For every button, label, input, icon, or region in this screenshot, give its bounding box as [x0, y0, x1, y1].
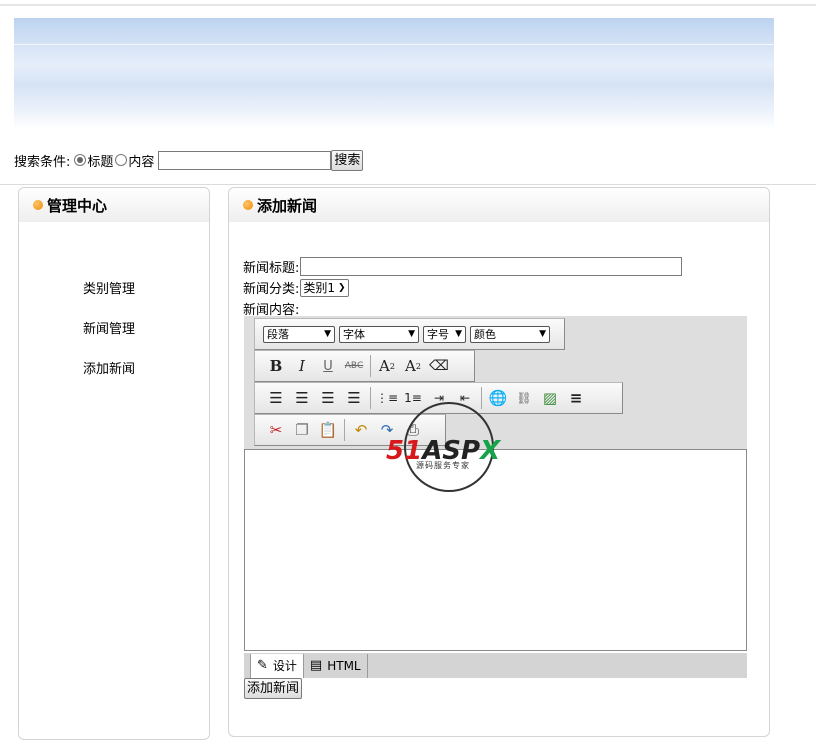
search-input[interactable]: [158, 150, 332, 170]
subscript-icon[interactable]: A2: [400, 354, 426, 378]
horizontal-rule-icon[interactable]: ≡: [563, 386, 589, 410]
font-size-select[interactable]: 字号 ▼: [423, 325, 466, 343]
underline-icon[interactable]: U: [315, 354, 341, 378]
top-border: [0, 4, 816, 6]
add-news-button[interactable]: 添加新闻: [244, 678, 303, 699]
align-justify-icon[interactable]: ☰: [341, 386, 367, 410]
title-input[interactable]: [300, 257, 683, 276]
search-button[interactable]: 搜索: [331, 149, 364, 171]
chevron-down-icon: ❯: [338, 282, 346, 293]
search-label: 搜索条件:: [14, 154, 71, 170]
radio-title[interactable]: [74, 154, 87, 166]
sidebar-header: 管理中心: [19, 188, 209, 222]
design-icon: ✎: [257, 658, 268, 673]
align-center-icon[interactable]: ☰: [315, 386, 341, 410]
superscript-icon[interactable]: A2: [374, 354, 400, 378]
sidebar-item-category[interactable]: 类别管理: [83, 278, 135, 318]
rich-text-editor: 段落 ▼ 字体 ▼ 字号 ▼ 颜色 ▼ B I U ABC A2 A2 ⌫ ☰ ☰ ☰ …: [244, 316, 747, 678]
tab-design[interactable]: ✎ 设计: [250, 653, 304, 678]
italic-icon[interactable]: I: [289, 354, 315, 378]
sidebar-title: 管理中心: [47, 196, 108, 215]
paragraph-select[interactable]: 段落 ▼: [263, 325, 335, 343]
eraser-icon[interactable]: ⌫: [426, 354, 452, 378]
bullet-dot-icon: [243, 200, 253, 210]
sidebar-panel: 管理中心 类别管理 新闻管理 添加新闻: [18, 187, 210, 740]
editor-mode-bar: ✎ 设计 ▤ HTML: [244, 653, 747, 678]
tab-html[interactable]: ▤ HTML: [304, 653, 368, 678]
watermark-logo: 51ASPX 源码服务专家: [386, 402, 514, 496]
sidebar-item-add-news[interactable]: 添加新闻: [83, 358, 135, 398]
html-icon: ▤: [309, 658, 323, 673]
unlink-icon[interactable]: ⛓: [511, 386, 537, 410]
font-select[interactable]: 字体 ▼: [339, 325, 419, 343]
radio-content[interactable]: [115, 154, 128, 166]
text-style-toolbar: B I U ABC A2 A2 ⌫: [254, 350, 475, 382]
paste-icon[interactable]: 📋: [315, 418, 341, 442]
sidebar-item-news[interactable]: 新闻管理: [83, 318, 135, 358]
category-select[interactable]: 类别1 ❯: [300, 278, 349, 297]
align-left-icon[interactable]: ☰: [263, 386, 289, 410]
search-bar: 搜索条件: 标题 内容 搜索: [14, 149, 364, 171]
news-form: 新闻标题: 新闻分类: 类别1 ❯ 新闻内容:: [243, 256, 683, 319]
color-select[interactable]: 颜色 ▼: [470, 325, 550, 343]
undo-icon[interactable]: ↶: [348, 418, 374, 442]
title-label: 新闻标题:: [243, 261, 300, 276]
format-toolbar: 段落 ▼ 字体 ▼ 字号 ▼ 颜色 ▼: [254, 318, 565, 350]
sidebar-menu: 类别管理 新闻管理 添加新闻: [83, 278, 135, 398]
section-divider: [0, 184, 816, 185]
header-banner: [14, 18, 774, 130]
image-icon[interactable]: ▨: [537, 386, 563, 410]
copy-icon[interactable]: ❐: [289, 418, 315, 442]
strikethrough-icon[interactable]: ABC: [341, 354, 367, 378]
align-right-icon[interactable]: ☰: [289, 386, 315, 410]
radio-content-label: 内容: [128, 154, 155, 170]
category-label: 新闻分类:: [243, 282, 300, 297]
submit-wrapper: 添加新闻: [244, 678, 303, 699]
cut-icon[interactable]: ✂: [263, 418, 289, 442]
bold-icon[interactable]: B: [263, 354, 289, 378]
category-select-value: 类别1: [303, 281, 336, 295]
page-title: 添加新闻: [257, 196, 318, 215]
main-header: 添加新闻: [229, 188, 769, 222]
radio-title-label: 标题: [87, 154, 114, 170]
bullet-dot-icon: [33, 200, 43, 210]
